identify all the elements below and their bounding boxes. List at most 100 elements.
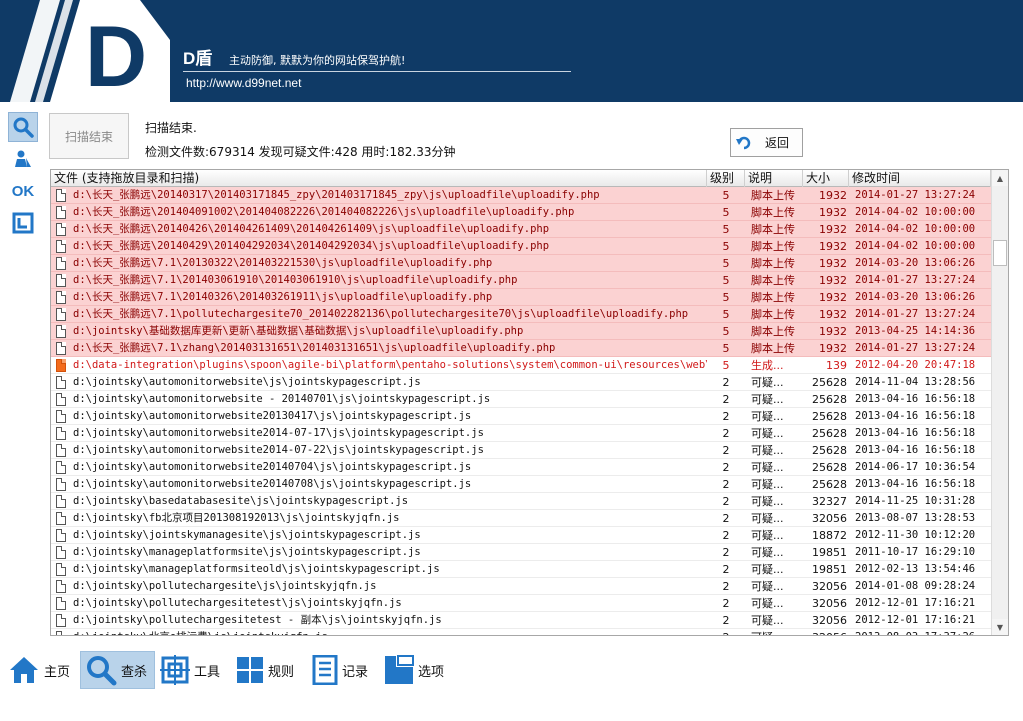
table-row[interactable]: d:\长天_张鹏远\7.1\20130322\201403221530\js\u… bbox=[51, 255, 991, 272]
cell-level: 2 bbox=[707, 629, 745, 635]
table-row[interactable]: d:\jointsky\basedatabasesite\js\jointsky… bbox=[51, 493, 991, 510]
nav-home[interactable]: 主页 bbox=[8, 651, 72, 689]
cell-time: 2013-04-16 16:56:18 bbox=[855, 478, 976, 490]
nav-rules[interactable]: 规则 bbox=[236, 651, 300, 689]
cell-time: 2013-04-16 16:56:18 bbox=[855, 427, 976, 439]
cell-desc: 可疑... bbox=[751, 580, 784, 593]
user-broom-icon bbox=[15, 150, 31, 167]
nav-scan[interactable]: 查杀 bbox=[80, 651, 155, 689]
cell-time: 2014-01-27 13:27:24 bbox=[855, 342, 976, 354]
cell-level: 5 bbox=[722, 359, 730, 372]
window-tool-button[interactable] bbox=[8, 208, 38, 238]
magnifier-icon bbox=[13, 117, 34, 138]
table-row[interactable]: d:\jointsky\北京o排污费\js\jointskyjqfn.js2可疑… bbox=[51, 629, 991, 635]
cell-desc: 可疑... bbox=[751, 614, 784, 627]
nav-log[interactable]: 记录 bbox=[312, 651, 376, 689]
cell-time: 2014-01-08 09:28:24 bbox=[855, 580, 976, 592]
table-row[interactable]: d:\jointsky\pollutechargesite\js\jointsk… bbox=[51, 578, 991, 595]
ok-button[interactable]: OK bbox=[8, 176, 38, 206]
left-toolbar: OK bbox=[8, 112, 40, 240]
cell-level: 5 bbox=[722, 342, 730, 355]
cell-time: 2012-12-01 17:16:21 bbox=[855, 614, 976, 626]
cell-size: 1932 bbox=[819, 257, 847, 270]
header-file[interactable]: 文件 (支持拖放目录和扫描) bbox=[51, 170, 707, 187]
vertical-scrollbar[interactable]: ▲ ▼ bbox=[991, 170, 1008, 635]
header-level[interactable]: 级别 bbox=[707, 170, 745, 187]
cell-file: d:\长天_张鹏远\7.1\zhang\201403131651\2014031… bbox=[73, 342, 556, 354]
cell-time: 2014-01-27 13:27:24 bbox=[855, 308, 976, 320]
cell-desc: 可疑... bbox=[751, 512, 784, 525]
cell-desc: 脚本上传 bbox=[751, 206, 795, 219]
table-row[interactable]: d:\jointsky\pollutechargesitetest\js\joi… bbox=[51, 595, 991, 612]
table-row[interactable]: d:\长天_张鹏远\7.1\zhang\201403131651\2014031… bbox=[51, 340, 991, 357]
table-row[interactable]: d:\jointsky\automonitorwebsite - 2014070… bbox=[51, 391, 991, 408]
cell-desc: 生成... bbox=[751, 359, 784, 372]
table-row[interactable]: d:\jointsky\manageplatformsite\js\joints… bbox=[51, 544, 991, 561]
scan-tool-button[interactable] bbox=[8, 112, 38, 142]
table-row[interactable]: d:\jointsky\automonitorwebsite20140704\j… bbox=[51, 459, 991, 476]
cell-time: 2013-04-16 16:56:18 bbox=[855, 393, 976, 405]
nav-tools[interactable]: 工具 bbox=[160, 651, 224, 689]
cell-file: d:\长天_张鹏远\201404091002\201404082226\2014… bbox=[73, 206, 575, 218]
cell-file: d:\jointsky\automonitorwebsite20130417\j… bbox=[73, 410, 472, 422]
cell-level: 2 bbox=[722, 580, 730, 593]
header-time[interactable]: 修改时间 bbox=[849, 170, 991, 187]
table-row[interactable]: d:\jointsky\automonitorwebsite20130417\j… bbox=[51, 408, 991, 425]
scroll-down-icon[interactable]: ▼ bbox=[992, 619, 1008, 635]
table-row[interactable]: d:\长天_张鹏远\20140317\201403171845_zpy\2014… bbox=[51, 187, 991, 204]
header-size[interactable]: 大小 bbox=[803, 170, 849, 187]
cell-size: 1932 bbox=[819, 342, 847, 355]
nav-home-label: 主页 bbox=[44, 664, 71, 680]
cell-size: 25628 bbox=[812, 427, 847, 440]
table-row[interactable]: d:\jointsky\pollutechargesitetest - 副本\j… bbox=[51, 612, 991, 629]
table-row[interactable]: d:\jointsky\jointskymanagesite\js\joints… bbox=[51, 527, 991, 544]
table-row[interactable]: d:\长天_张鹏远\20140426\201404261409\20140426… bbox=[51, 221, 991, 238]
cell-level: 2 bbox=[722, 393, 730, 406]
cell-time: 2014-11-25 10:31:28 bbox=[855, 495, 976, 507]
cell-time: 2012-04-20 20:47:18 bbox=[855, 359, 976, 371]
scan-complete-button[interactable]: 扫描结束 bbox=[49, 113, 129, 159]
scroll-thumb[interactable] bbox=[993, 240, 1007, 266]
table-row[interactable]: d:\jointsky\manageplatformsiteold\js\joi… bbox=[51, 561, 991, 578]
header-desc[interactable]: 说明 bbox=[745, 170, 803, 187]
table-row[interactable]: d:\长天_张鹏远\7.1\20140326\201403261911\js\u… bbox=[51, 289, 991, 306]
scan-status-title: 扫描结束. bbox=[145, 121, 197, 135]
table-row[interactable]: d:\长天_张鹏远\201404091002\201404082226\2014… bbox=[51, 204, 991, 221]
cell-level: 2 bbox=[722, 546, 730, 559]
back-button[interactable]: 返回 bbox=[730, 128, 803, 157]
table-row[interactable]: d:\data-integration\plugins\spoon\agile-… bbox=[51, 357, 991, 374]
cell-size: 32056 bbox=[803, 629, 849, 635]
cell-file: d:\长天_张鹏远\7.1\pollutechargesite70_201402… bbox=[73, 308, 689, 320]
undo-arrow-icon bbox=[736, 136, 751, 149]
table-row[interactable]: d:\jointsky\fb北京项目201308192013\js\joints… bbox=[51, 510, 991, 527]
table-row[interactable]: d:\jointsky\automonitorwebsite2014-07-17… bbox=[51, 425, 991, 442]
cell-size: 32056 bbox=[812, 580, 847, 593]
nav-options[interactable]: 选项 bbox=[384, 651, 448, 689]
results-table[interactable]: 文件 (支持拖放目录和扫描) 级别 说明 大小 修改时间 d:\长天_张鹏远\2… bbox=[50, 169, 1009, 636]
table-row[interactable]: d:\长天_张鹏远\7.1\201403061910\201403061910\… bbox=[51, 272, 991, 289]
cell-file: d:\jointsky\automonitorwebsite2014-07-22… bbox=[73, 444, 484, 456]
scroll-up-icon[interactable]: ▲ bbox=[992, 170, 1008, 186]
cell-size: 32327 bbox=[812, 495, 847, 508]
table-row[interactable]: d:\长天_张鹏远\7.1\pollutechargesite70_201402… bbox=[51, 306, 991, 323]
cell-time: 2014-03-20 13:06:26 bbox=[855, 291, 976, 303]
user-clean-button[interactable] bbox=[8, 144, 38, 174]
cell-file: d:\jointsky\automonitorwebsite20140704\j… bbox=[73, 461, 472, 473]
cell-file: d:\长天_张鹏远\20140317\201403171845_zpy\2014… bbox=[73, 189, 600, 201]
nav-rules-label: 规则 bbox=[268, 664, 295, 680]
cell-desc: 脚本上传 bbox=[751, 257, 795, 270]
cell-time: 2012-02-13 13:54:46 bbox=[855, 563, 976, 575]
cell-file: d:\jointsky\jointskymanagesite\js\joints… bbox=[73, 529, 421, 541]
table-row[interactable]: d:\jointsky\automonitorwebsite2014-07-22… bbox=[51, 442, 991, 459]
cell-desc: 脚本上传 bbox=[751, 240, 795, 253]
table-row[interactable]: d:\jointsky\automonitorwebsite20140708\j… bbox=[51, 476, 991, 493]
table-row[interactable]: d:\jointsky\automonitorwebsite\js\joints… bbox=[51, 374, 991, 391]
d-shield-logo-icon: D bbox=[10, 0, 170, 102]
cell-size: 25628 bbox=[812, 461, 847, 474]
table-row[interactable]: d:\jointsky\基础数据库更新\更新\基础数据\基础数据\js\uplo… bbox=[51, 323, 991, 340]
cell-level: 5 bbox=[722, 206, 730, 219]
cell-file: d:\jointsky\pollutechargesitetest\js\joi… bbox=[73, 597, 402, 609]
back-label: 返回 bbox=[765, 136, 790, 150]
options-icon bbox=[385, 655, 414, 684]
table-row[interactable]: d:\长天_张鹏远\20140429\201404292034\20140429… bbox=[51, 238, 991, 255]
